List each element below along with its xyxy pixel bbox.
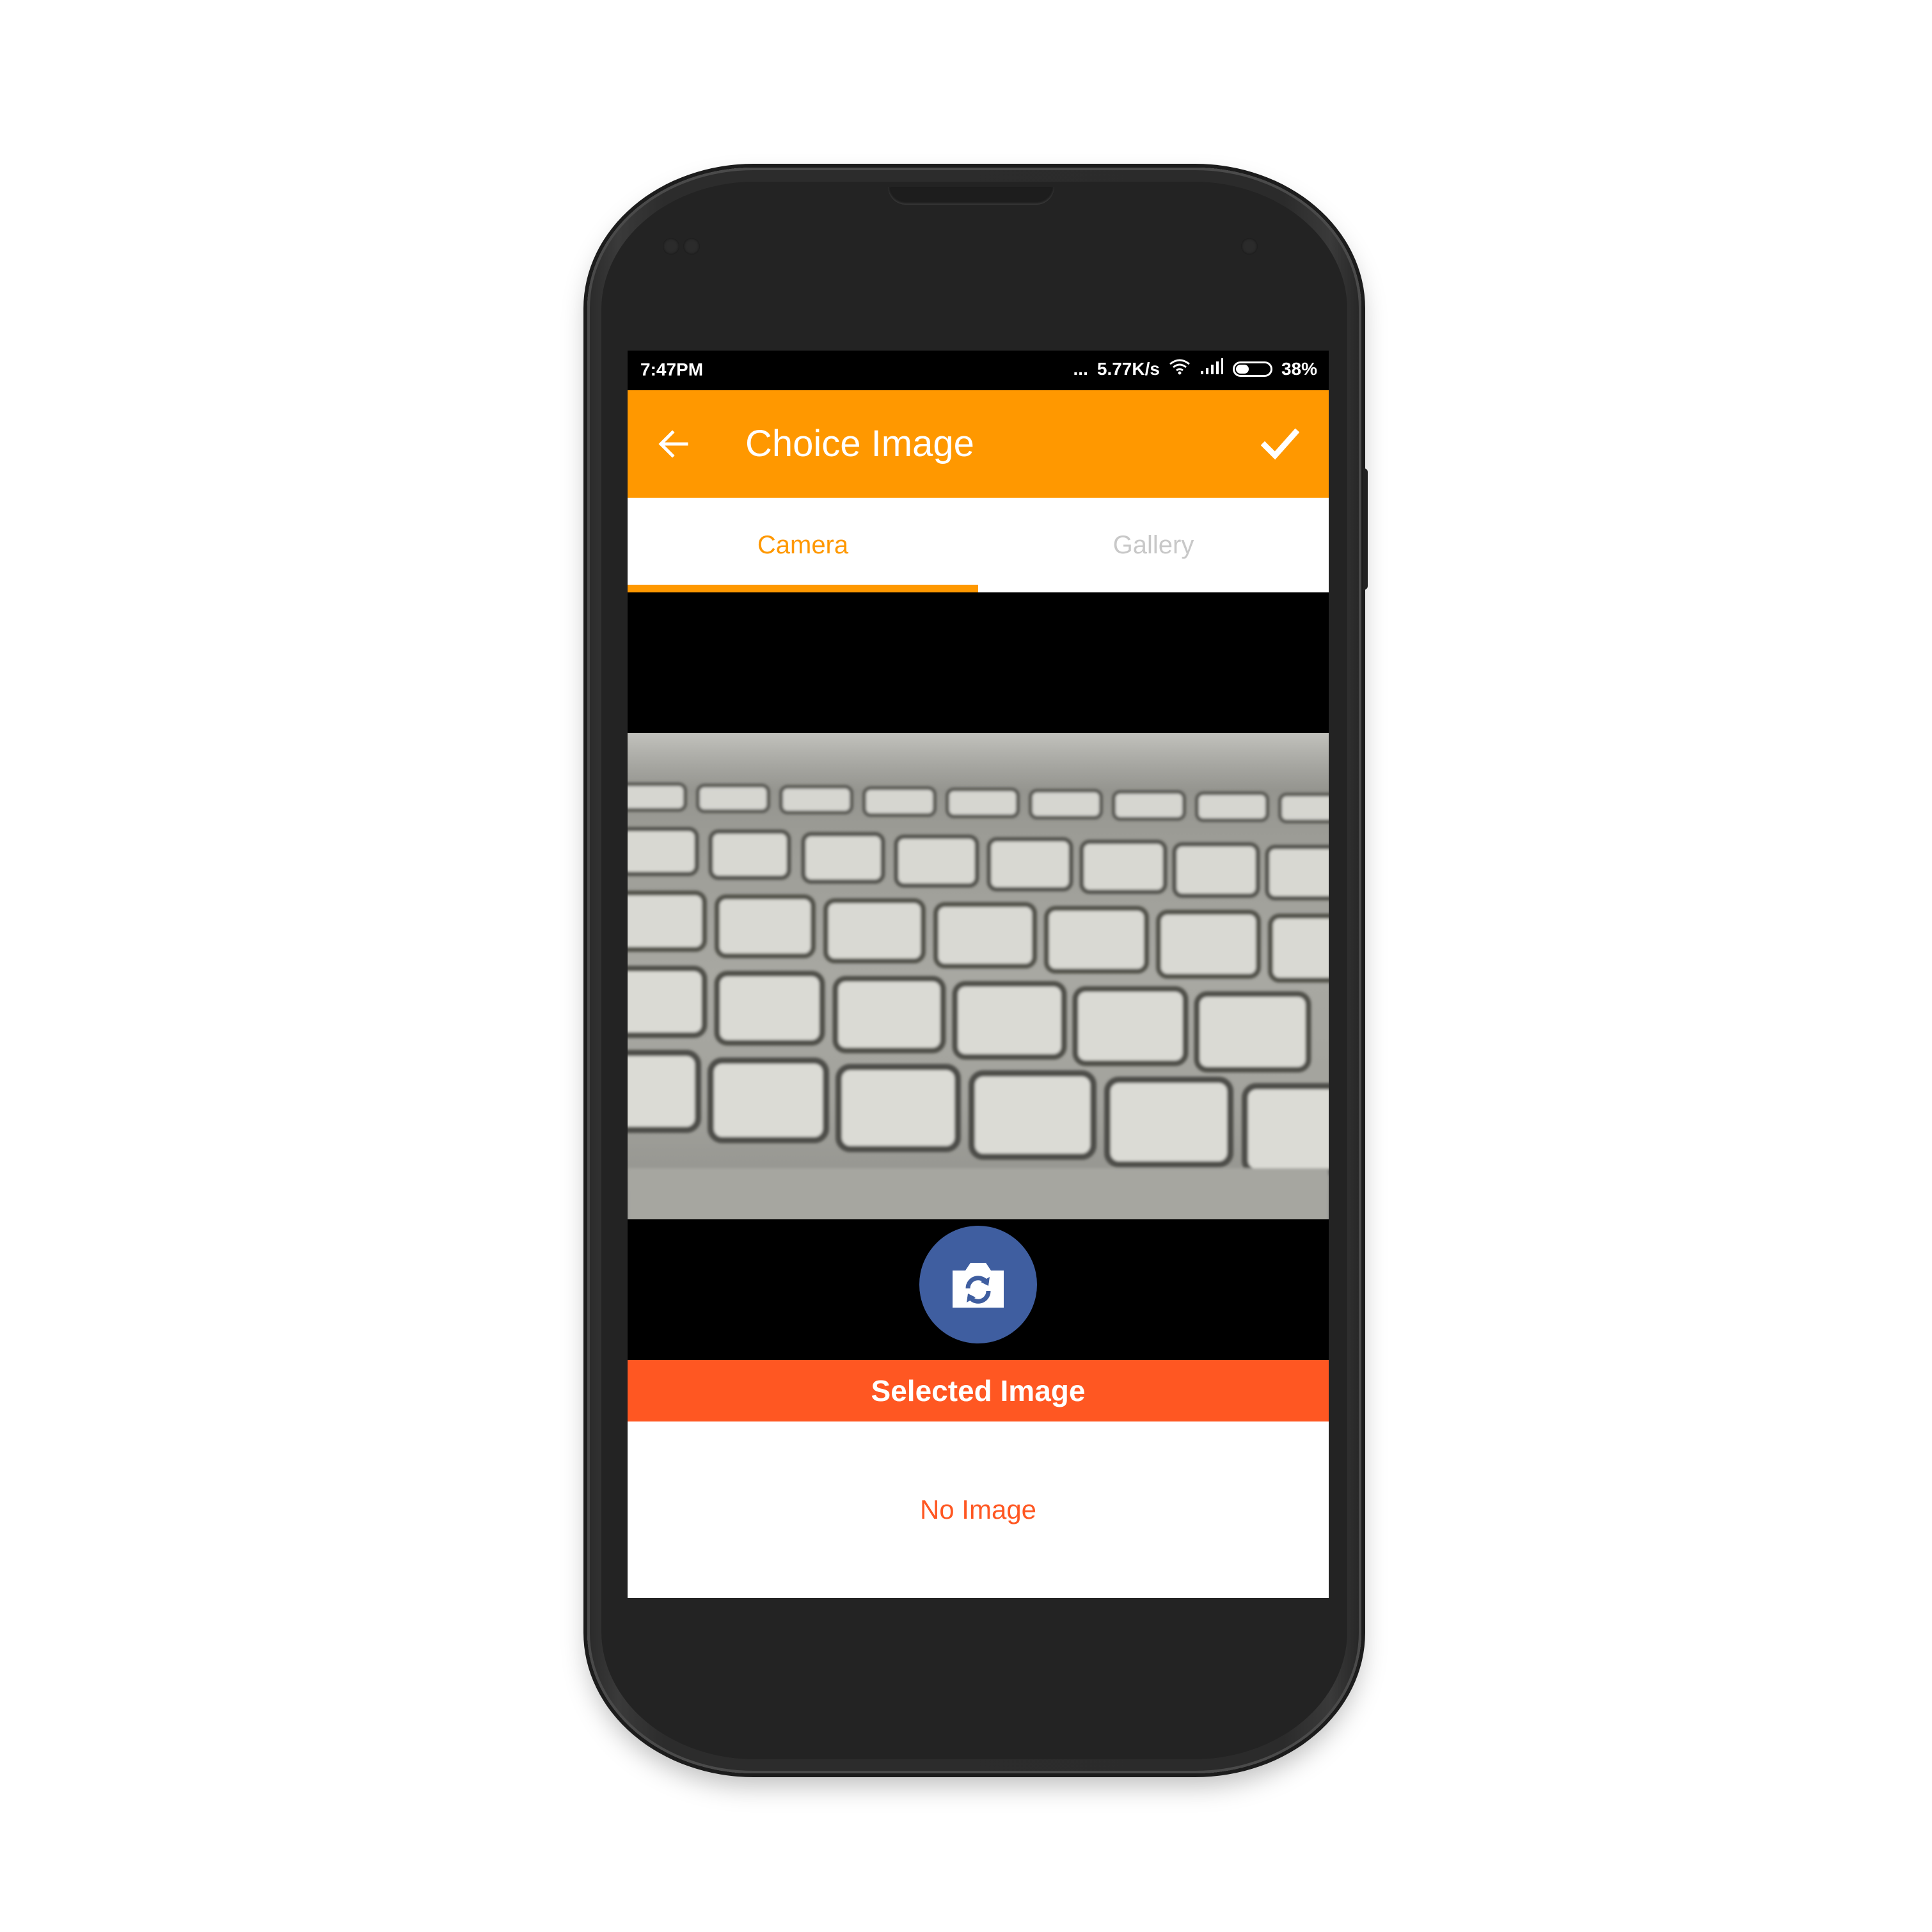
stage: 7:47PM ... 5.77K/s 38% Choice Image Came… [0, 0, 1932, 1932]
network-speed: 5.77K/s [1097, 358, 1160, 379]
phone-screen: 7:47PM ... 5.77K/s 38% Choice Image Came… [628, 351, 1329, 1598]
battery-percent: 38% [1281, 358, 1317, 379]
front-camera [1241, 238, 1258, 255]
confirm-button[interactable] [1257, 421, 1303, 467]
camera-preview [628, 733, 1329, 1219]
status-indicators: ... 5.77K/s 38% [1073, 358, 1317, 379]
signal-icon [1200, 358, 1224, 379]
tab-camera[interactable]: Camera [628, 498, 978, 592]
more-notifications: ... [1073, 358, 1088, 379]
back-button[interactable] [653, 424, 694, 464]
switch-camera-icon [953, 1263, 1004, 1308]
battery-icon [1232, 361, 1272, 377]
check-icon [1261, 428, 1299, 460]
tab-gallery[interactable]: Gallery [978, 498, 1329, 592]
earpiece-speaker [888, 187, 1054, 205]
selected-image-header: Selected Image [628, 1360, 1329, 1421]
app-bar: Choice Image [628, 390, 1329, 498]
switch-camera-button[interactable] [919, 1226, 1037, 1343]
battery-fill [1235, 364, 1249, 374]
keyboard-preview-image [628, 733, 1329, 1219]
status-bar: 7:47PM ... 5.77K/s 38% [628, 351, 1329, 390]
tab-indicator [628, 585, 978, 592]
page-title: Choice Image [745, 423, 974, 464]
power-button [1363, 468, 1368, 590]
arrow-left-icon [658, 430, 688, 458]
wifi-icon [1169, 358, 1191, 379]
selected-image-panel: No Image [628, 1421, 1329, 1598]
no-image-text: No Image [919, 1494, 1037, 1524]
light-sensor [683, 238, 700, 255]
proximity-sensor [663, 238, 679, 255]
camera-view [628, 592, 1329, 1360]
status-time: 7:47PM [640, 360, 704, 379]
tab-bar: Camera Gallery [628, 498, 1329, 592]
